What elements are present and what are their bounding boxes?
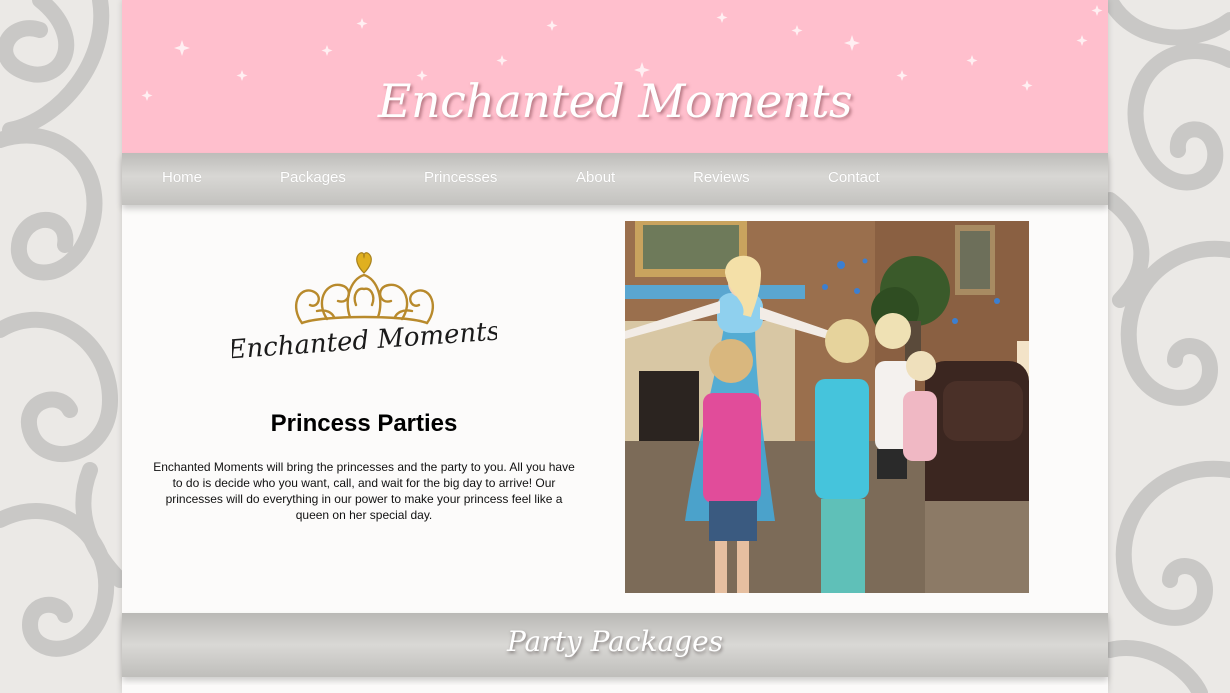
nav-item-home[interactable]: Home [162, 169, 202, 186]
tiara-icon [295, 273, 434, 325]
nav-item-princesses[interactable]: Princesses [424, 169, 497, 186]
nav-item-packages[interactable]: Packages [280, 169, 346, 186]
nav-item-reviews[interactable]: Reviews [693, 169, 750, 186]
nav-item-contact[interactable]: Contact [828, 169, 880, 186]
site-title: Enchanted Moments [377, 74, 853, 128]
party-packages-heading: Party Packages [506, 625, 724, 658]
party-packages-banner: Party Packages [122, 613, 1108, 677]
main-navigation: Home Packages Princesses About Reviews C… [122, 153, 1108, 205]
princess-parties-heading: Princess Parties [270, 410, 458, 437]
nav-item-about[interactable]: About [576, 169, 615, 186]
logo-wordmark: Enchanted Moments [232, 317, 497, 366]
content-area-bottom [122, 685, 1108, 693]
heart-gem-icon [356, 252, 372, 274]
site-header: Enchanted Moments [122, 0, 1108, 153]
page-container: Enchanted Moments Home Packages Princess… [122, 0, 1108, 693]
intro-paragraph: Enchanted Moments will bring the princes… [153, 460, 575, 522]
enchanted-moments-logo: Enchanted Moments [232, 252, 497, 366]
princess-party-photo [625, 221, 1029, 593]
